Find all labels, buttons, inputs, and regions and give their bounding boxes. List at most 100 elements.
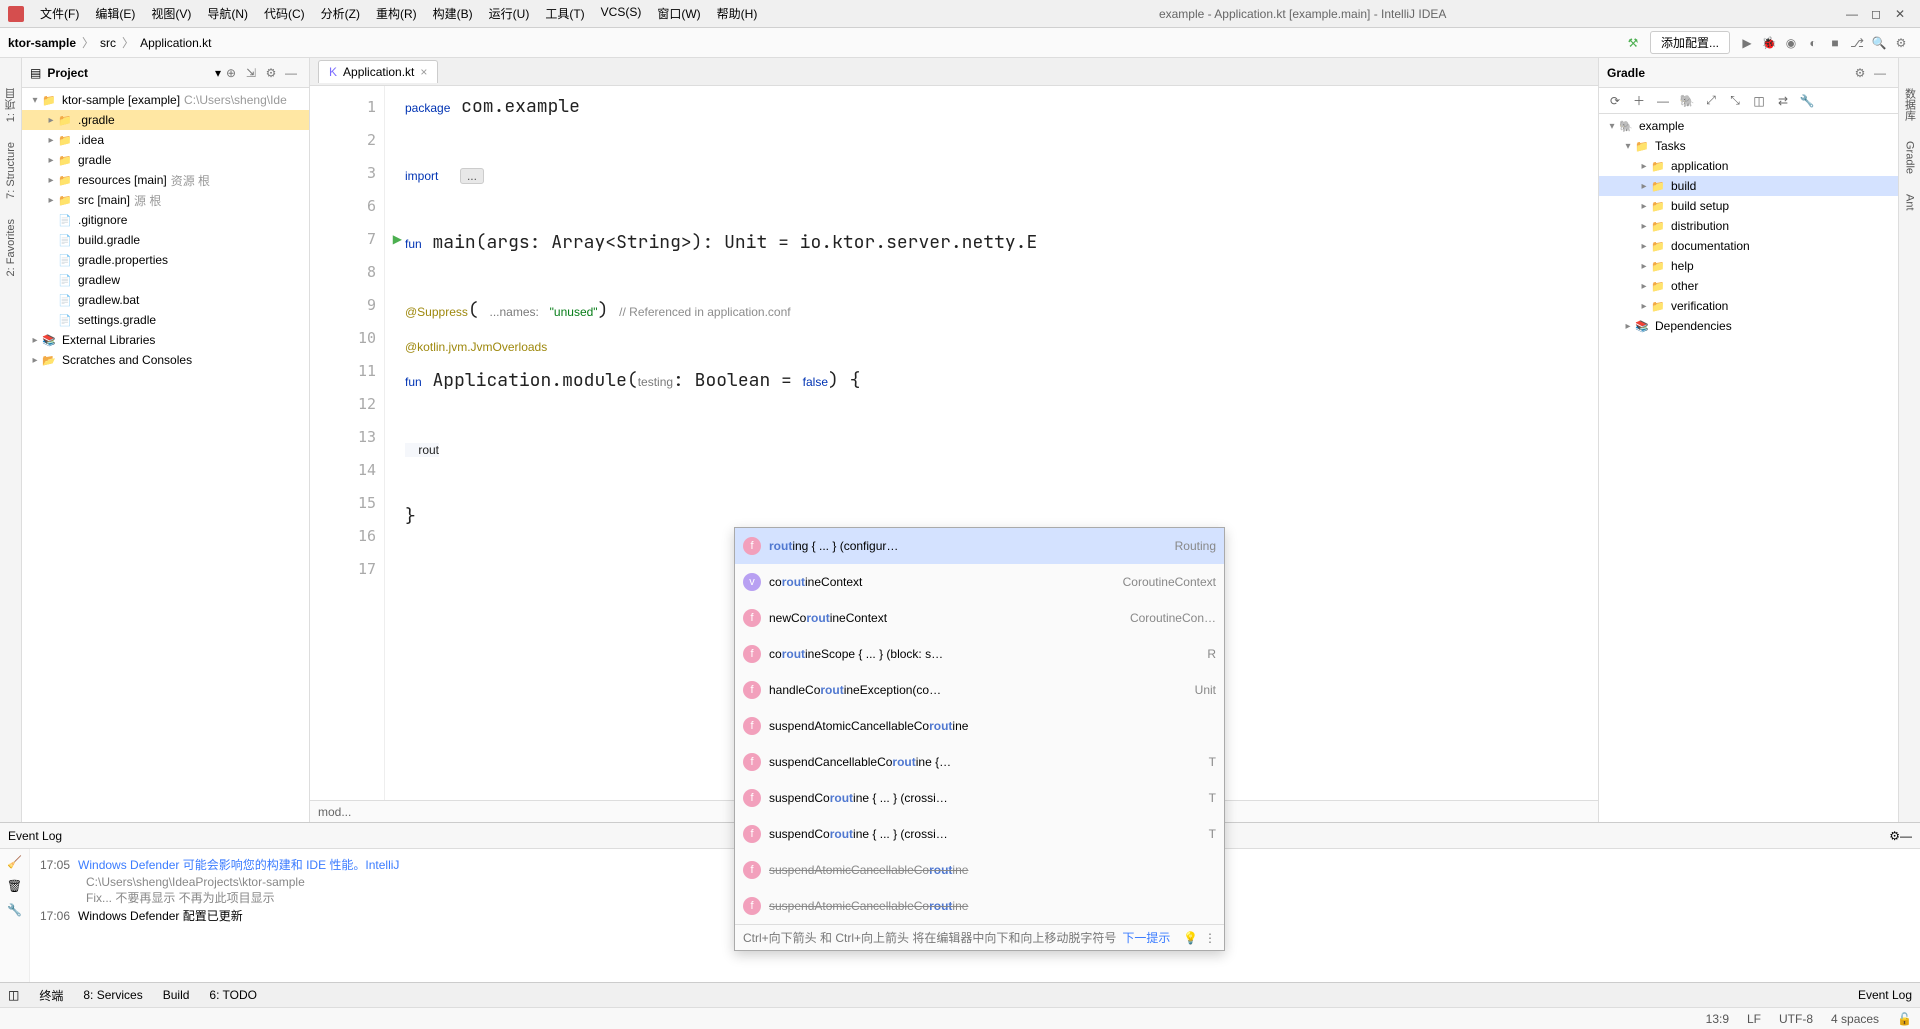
gradle-tree-item[interactable]: ▸📁documentation — [1599, 236, 1898, 256]
gradle-hide-icon[interactable]: — — [1870, 66, 1890, 80]
execute-icon[interactable]: 🐘 — [1677, 94, 1697, 108]
tree-item[interactable]: 📄.gitignore — [22, 210, 309, 230]
clear-icon[interactable]: 🧹 — [7, 855, 22, 869]
completion-item[interactable]: fsuspendAtomicCancellableCoroutine — [735, 708, 1224, 744]
stop-button[interactable]: ■ — [1824, 36, 1846, 50]
coverage-button[interactable]: ◉ — [1780, 36, 1802, 50]
completion-item[interactable]: fhandleCoroutineException(co…Unit — [735, 672, 1224, 708]
completion-item[interactable]: fsuspendCoroutine { ... } (crossi…T — [735, 780, 1224, 816]
completion-item[interactable]: fcoroutineScope { ... } (block: s…R — [735, 636, 1224, 672]
completion-next-tip[interactable]: 下一提示 — [1122, 929, 1170, 946]
window-icon[interactable]: ◫ — [8, 988, 19, 1002]
tree-item[interactable]: 📄settings.gradle — [22, 310, 309, 330]
more-icon[interactable]: ⋮ — [1204, 931, 1216, 945]
tree-item[interactable]: ▸📚External Libraries — [22, 330, 309, 350]
minimize-button[interactable]: — — [1840, 7, 1864, 21]
menu-item[interactable]: 运行(U) — [481, 5, 538, 22]
line-separator[interactable]: LF — [1747, 1012, 1761, 1026]
menu-item[interactable]: VCS(S) — [593, 5, 650, 22]
refresh-icon[interactable]: ⟳ — [1605, 94, 1625, 108]
tool-ant[interactable]: Ant — [1904, 194, 1916, 211]
tool-favorites[interactable]: 2: Favorites — [5, 219, 17, 276]
run-button[interactable]: ▶ — [1736, 36, 1758, 50]
file-encoding[interactable]: UTF-8 — [1779, 1012, 1813, 1026]
completion-item[interactable]: fsuspendAtomicCancellableCoroutine — [735, 852, 1224, 888]
breadcrumb-item[interactable]: ktor-sample — [8, 36, 76, 50]
run-config-dropdown[interactable]: 添加配置... — [1650, 31, 1730, 54]
bottom-tab-build[interactable]: Build — [163, 988, 190, 1002]
tree-item[interactable]: ▸📂Scratches and Consoles — [22, 350, 309, 370]
completion-item[interactable]: fnewCoroutineContextCoroutineCon… — [735, 600, 1224, 636]
caret-position[interactable]: 13:9 — [1706, 1012, 1729, 1026]
offline-icon[interactable]: ⇄ — [1773, 94, 1793, 108]
tool-gradle[interactable]: Gradle — [1904, 141, 1916, 174]
menu-item[interactable]: 工具(T) — [537, 5, 592, 22]
gradle-tree[interactable]: ▾🐘example▾📁Tasks▸📁application▸📁build▸📁bu… — [1599, 114, 1898, 822]
bottom-tab-services[interactable]: 8: Services — [83, 988, 142, 1002]
menu-item[interactable]: 代码(C) — [256, 5, 313, 22]
completion-popup[interactable]: frouting { ... } (configur…Routingvcorou… — [734, 527, 1225, 951]
close-tab-icon[interactable]: × — [420, 65, 427, 79]
gradle-tree-item[interactable]: ▸📚Dependencies — [1599, 316, 1898, 336]
breadcrumb[interactable]: ktor-sample〉src〉Application.kt — [8, 34, 211, 51]
debug-button[interactable]: 🐞 — [1758, 36, 1780, 50]
menu-item[interactable]: 构建(B) — [425, 5, 481, 22]
tree-item[interactable]: 📄gradlew — [22, 270, 309, 290]
gradle-tree-item[interactable]: ▾🐘example — [1599, 116, 1898, 136]
tool-structure[interactable]: 7: Structure — [5, 142, 17, 199]
menu-item[interactable]: 分析(Z) — [313, 5, 368, 22]
completion-item[interactable]: fsuspendCancellableCoroutine {…T — [735, 744, 1224, 780]
vcs-button[interactable]: ⎇ — [1846, 36, 1868, 50]
bottom-tab-todo[interactable]: 6: TODO — [209, 988, 257, 1002]
add-icon[interactable]: ＋ — [1629, 92, 1649, 109]
tree-item[interactable]: 📄gradlew.bat — [22, 290, 309, 310]
breadcrumb-item[interactable]: src — [100, 36, 116, 50]
editor-tab-application[interactable]: K Application.kt × — [318, 60, 438, 83]
code-editor[interactable]: 12367▶891011121314151617 package com.exa… — [310, 86, 1598, 800]
menu-item[interactable]: 编辑(E) — [87, 5, 143, 22]
event-log-settings-icon[interactable]: ⚙ — [1889, 829, 1900, 843]
gradle-tree-item[interactable]: ▾📁Tasks — [1599, 136, 1898, 156]
menu-item[interactable]: 重构(R) — [368, 5, 425, 22]
tree-item[interactable]: ▸📁.gradle — [22, 110, 309, 130]
tree-item[interactable]: ▸📁resources [main]资源 根 — [22, 170, 309, 190]
tree-item[interactable]: ▸📁.idea — [22, 130, 309, 150]
locate-icon[interactable]: ⊕ — [221, 66, 241, 80]
menu-item[interactable]: 视图(V) — [143, 5, 199, 22]
wrench-icon[interactable]: 🔧 — [7, 903, 22, 917]
completion-item[interactable]: fsuspendAtomicCancellableCoroutine — [735, 888, 1224, 924]
bottom-tab-eventlog[interactable]: Event Log — [1858, 988, 1912, 1002]
completion-item[interactable]: vcoroutineContextCoroutineContext — [735, 564, 1224, 600]
show-deps-icon[interactable]: ◫ — [1749, 94, 1769, 108]
menu-item[interactable]: 导航(N) — [199, 5, 256, 22]
tree-item[interactable]: 📄build.gradle — [22, 230, 309, 250]
search-everywhere-button[interactable]: 🔍 — [1868, 36, 1890, 50]
gradle-tree-item[interactable]: ▸📁build setup — [1599, 196, 1898, 216]
indent-setting[interactable]: 4 spaces — [1831, 1012, 1879, 1026]
hide-icon[interactable]: — — [281, 66, 301, 80]
menu-item[interactable]: 帮助(H) — [709, 5, 766, 22]
collapse-all-icon[interactable]: ⤡ — [1725, 93, 1745, 108]
lock-icon[interactable]: 🔓 — [1897, 1012, 1912, 1026]
breadcrumb-item[interactable]: Application.kt — [140, 36, 211, 50]
gradle-tree-item[interactable]: ▸📁other — [1599, 276, 1898, 296]
gear-icon[interactable]: ⚙ — [261, 66, 281, 80]
remove-icon[interactable]: — — [1653, 94, 1673, 108]
tree-item[interactable]: ▸📁gradle — [22, 150, 309, 170]
bottom-tab-terminal[interactable]: 终端 — [39, 987, 63, 1004]
build-icon[interactable]: ⚒ — [1622, 36, 1644, 50]
expand-icon[interactable]: ⤢ — [1701, 93, 1721, 108]
gradle-tree-item[interactable]: ▸📁distribution — [1599, 216, 1898, 236]
settings-button[interactable]: ⚙ — [1890, 36, 1912, 50]
project-tree[interactable]: ▾📁ktor-sample [example]C:\Users\sheng\Id… — [22, 88, 309, 822]
menu-item[interactable]: 文件(F) — [32, 5, 87, 22]
tool-database[interactable]: 数据库 — [1902, 88, 1918, 121]
tree-item[interactable]: 📄gradle.properties — [22, 250, 309, 270]
gradle-settings-icon[interactable]: ⚙ — [1850, 66, 1870, 80]
menu-item[interactable]: 窗口(W) — [649, 5, 708, 22]
tree-item[interactable]: ▾📁ktor-sample [example]C:\Users\sheng\Id… — [22, 90, 309, 110]
tool-project[interactable]: 1: 项目 — [3, 88, 19, 122]
wrench-icon[interactable]: 🔧 — [1797, 94, 1817, 108]
gradle-tree-item[interactable]: ▸📁verification — [1599, 296, 1898, 316]
tree-item[interactable]: ▸📁src [main]源 根 — [22, 190, 309, 210]
